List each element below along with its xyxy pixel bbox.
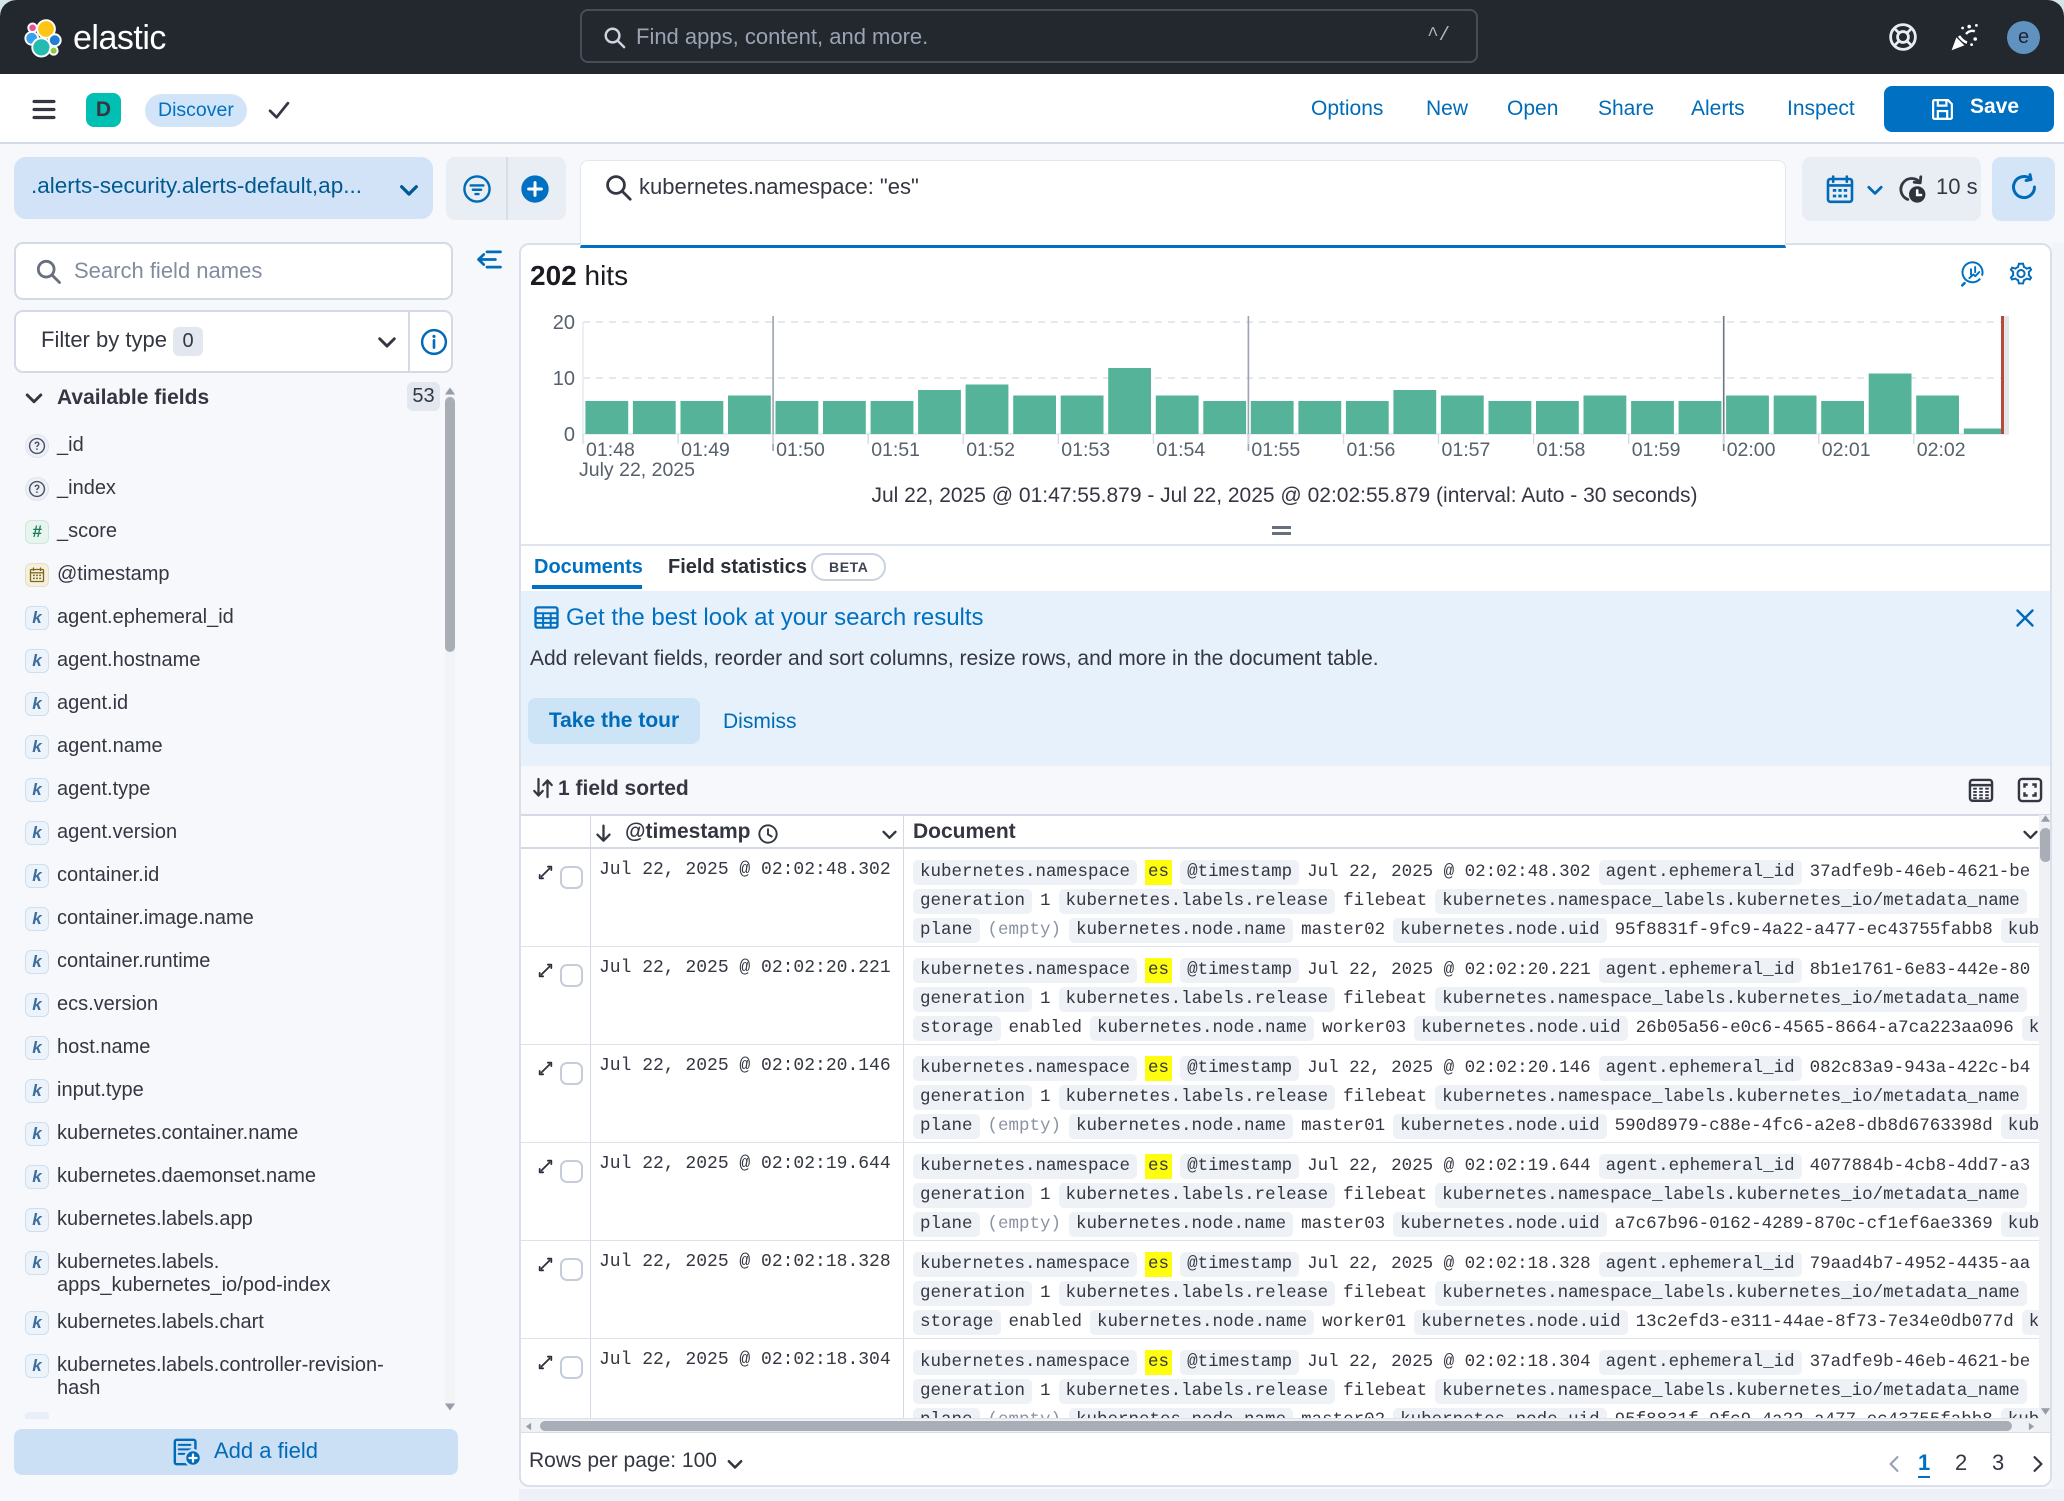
svg-text:02:00: 02:00 xyxy=(1727,439,1776,461)
svg-text:20: 20 xyxy=(553,312,575,334)
svg-text:01:53: 01:53 xyxy=(1061,439,1110,461)
svg-text:July 22, 2025: July 22, 2025 xyxy=(579,459,695,481)
svg-text:01:57: 01:57 xyxy=(1442,439,1491,461)
svg-text:02:01: 02:01 xyxy=(1822,439,1871,461)
svg-text:01:49: 01:49 xyxy=(681,439,730,461)
svg-text:01:55: 01:55 xyxy=(1251,439,1300,461)
svg-text:02:02: 02:02 xyxy=(1917,439,1966,461)
svg-text:01:50: 01:50 xyxy=(776,439,825,461)
svg-text:0: 0 xyxy=(564,424,575,446)
svg-text:01:51: 01:51 xyxy=(871,439,920,461)
svg-text:10: 10 xyxy=(553,368,575,390)
svg-text:01:59: 01:59 xyxy=(1632,439,1681,461)
svg-text:01:52: 01:52 xyxy=(966,439,1015,461)
svg-text:01:58: 01:58 xyxy=(1537,439,1586,461)
svg-text:01:48: 01:48 xyxy=(586,439,635,461)
svg-text:01:56: 01:56 xyxy=(1347,439,1396,461)
svg-text:01:54: 01:54 xyxy=(1156,439,1205,461)
